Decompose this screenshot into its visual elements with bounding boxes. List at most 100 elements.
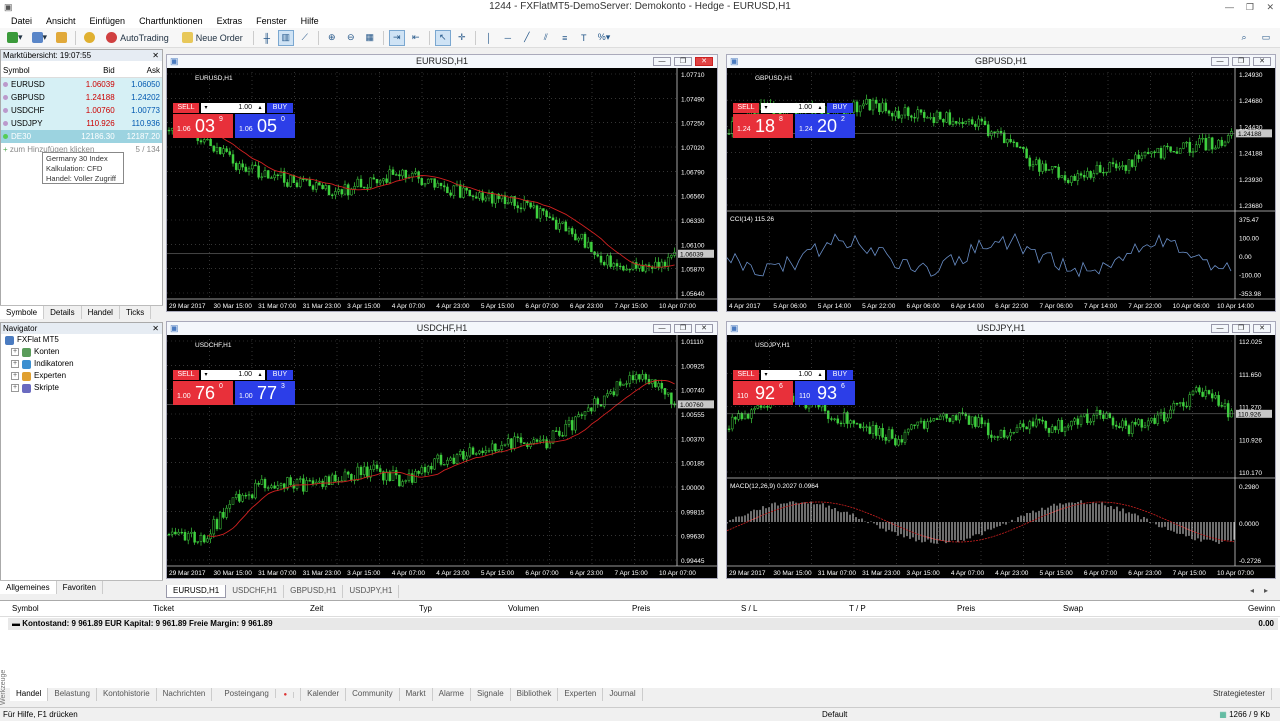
buy-price[interactable]: 1.24 20 2 <box>795 114 855 138</box>
column-typ[interactable]: Typ <box>419 601 432 617</box>
buy-button[interactable]: BUY <box>827 370 853 380</box>
lot-down-button[interactable]: ▾ <box>761 370 771 380</box>
sell-button[interactable]: SELL <box>173 370 199 380</box>
vertical-line-icon[interactable]: │ <box>481 30 497 46</box>
column-symbol[interactable]: Symbol <box>1 64 65 78</box>
column-sl[interactable]: S / L <box>741 601 757 617</box>
lot-size-input[interactable]: 1.00 <box>211 103 255 113</box>
lot-up-button[interactable]: ▴ <box>815 103 825 113</box>
strategy-tester-tab[interactable]: Strategietester <box>1207 688 1272 700</box>
menu-chartfunktionen[interactable]: Chartfunktionen <box>132 14 210 28</box>
lot-size-input[interactable]: 1.00 <box>211 370 255 380</box>
profiles-button[interactable]: ▾ <box>29 30 51 46</box>
sell-button[interactable]: SELL <box>733 103 759 113</box>
sell-button[interactable]: SELL <box>733 370 759 380</box>
tab-kontohistorie[interactable]: Kontohistorie <box>97 688 157 701</box>
close-button[interactable]: ✕ <box>1266 0 1274 14</box>
restore-icon[interactable]: ❐ <box>1232 57 1250 66</box>
menu-fenster[interactable]: Fenster <box>249 14 294 28</box>
restore-icon[interactable]: ❐ <box>674 57 692 66</box>
horizontal-line-icon[interactable]: ─ <box>500 30 516 46</box>
tab-bibliothek[interactable]: Bibliothek <box>511 688 559 701</box>
tab-nachrichten[interactable]: Nachrichten <box>157 688 213 701</box>
tab-chart-usdchf[interactable]: USDCHF,H1 <box>226 585 285 598</box>
sell-button[interactable]: SELL <box>173 103 199 113</box>
chart-window-titlebar[interactable]: USDCHF,H1 ▣ — ❐ ✕ <box>167 322 717 335</box>
table-row[interactable]: EURUSD 1.06039 1.06050 <box>1 77 162 91</box>
buy-button[interactable]: BUY <box>267 103 293 113</box>
tree-item-indikatoren[interactable]: + Indikatoren <box>5 358 162 370</box>
minimize-icon[interactable]: — <box>653 57 671 66</box>
chart-window-usdjpy[interactable]: USDJPY,H1 ▣ — ❐ ✕ 112.025 111.650 111.270 110.92… <box>726 321 1276 579</box>
channel-icon[interactable]: ⫽ <box>538 30 554 46</box>
market-watch-button[interactable] <box>53 30 70 46</box>
table-row-selected[interactable]: DE30 12186.30 12187.20 <box>1 129 162 143</box>
tab-handel[interactable]: Handel <box>10 688 49 701</box>
table-row[interactable]: GBPUSD 1.24188 1.24202 <box>1 90 162 104</box>
tab-ticks[interactable]: Ticks <box>120 306 152 319</box>
search-icon[interactable]: ⌕ <box>1236 30 1252 46</box>
autotrading-button[interactable]: AutoTrading <box>101 30 174 46</box>
sell-price[interactable]: 110 92 6 <box>733 381 793 405</box>
tab-chart-gbpusd[interactable]: GBPUSD,H1 <box>284 585 344 598</box>
sell-price[interactable]: 1.24 18 8 <box>733 114 793 138</box>
close-icon[interactable]: ✕ <box>695 324 713 333</box>
meta-editor-button[interactable] <box>81 30 98 46</box>
expand-icon[interactable]: + <box>11 360 19 368</box>
buy-price[interactable]: 110 93 6 <box>795 381 855 405</box>
tree-item-skripte[interactable]: + Skripte <box>5 382 162 394</box>
tab-journal[interactable]: Journal <box>603 688 643 701</box>
tab-posteingang[interactable]: Posteingang ● <box>212 688 302 701</box>
lot-down-button[interactable]: ▾ <box>201 103 211 113</box>
chat-icon[interactable]: ▭ <box>1258 30 1274 46</box>
fibonacci-icon[interactable]: ≡ <box>557 30 573 46</box>
crosshair-icon[interactable]: ✛ <box>454 30 470 46</box>
lot-down-button[interactable]: ▾ <box>761 103 771 113</box>
close-icon[interactable]: ✕ <box>695 57 713 66</box>
buy-button[interactable]: BUY <box>267 370 293 380</box>
lot-up-button[interactable]: ▴ <box>255 370 265 380</box>
sell-price[interactable]: 1.06 03 9 <box>173 114 233 138</box>
restore-icon[interactable]: ❐ <box>1232 324 1250 333</box>
shapes-icon[interactable]: %▾ <box>595 30 614 46</box>
column-volumen[interactable]: Volumen <box>508 601 539 617</box>
tab-signale[interactable]: Signale <box>471 688 511 701</box>
tile-windows-icon[interactable]: ▦ <box>362 30 378 46</box>
tab-allgemeines[interactable]: Allgemeines <box>0 581 57 594</box>
chart-window-titlebar[interactable]: USDJPY,H1 ▣ — ❐ ✕ <box>727 322 1275 335</box>
tab-community[interactable]: Community <box>346 688 400 701</box>
close-icon[interactable]: ✕ <box>1253 324 1271 333</box>
lot-up-button[interactable]: ▴ <box>815 370 825 380</box>
buy-price[interactable]: 1.00 77 3 <box>235 381 295 405</box>
tab-kalender[interactable]: Kalender <box>301 688 347 701</box>
menu-extras[interactable]: Extras <box>210 14 250 28</box>
menu-ansicht[interactable]: Ansicht <box>39 14 83 28</box>
menu-hilfe[interactable]: Hilfe <box>294 14 326 28</box>
column-preis-current[interactable]: Preis <box>957 601 975 617</box>
close-icon[interactable]: ✕ <box>152 50 159 61</box>
new-chart-button[interactable]: ▾ <box>4 30 26 46</box>
minimize-icon[interactable]: — <box>653 324 671 333</box>
column-preis[interactable]: Preis <box>632 601 650 617</box>
chart-window-usdchf[interactable]: USDCHF,H1 ▣ — ❐ ✕ 1.01110 1.00925 1.00740 1.0055… <box>166 321 718 579</box>
tab-favoriten[interactable]: Favoriten <box>57 581 103 594</box>
tree-item-konten[interactable]: + Konten <box>5 346 162 358</box>
trendline-icon[interactable]: ╱ <box>519 30 535 46</box>
lot-up-button[interactable]: ▴ <box>255 103 265 113</box>
tab-markt[interactable]: Markt <box>400 688 433 701</box>
chart-window-titlebar[interactable]: GBPUSD,H1 ▣ — ❐ ✕ <box>727 55 1275 68</box>
close-icon[interactable]: ✕ <box>152 323 159 334</box>
line-chart-button[interactable]: ⟋ <box>297 30 313 46</box>
column-zeit[interactable]: Zeit <box>310 601 323 617</box>
chart-window-eurusd[interactable]: EURUSD,H1 ▣ — ❐ ✕ 1.07710 1.07490 1.07250 1.0702… <box>166 54 718 312</box>
minimize-button[interactable]: — <box>1225 0 1234 14</box>
lot-size-input[interactable]: 1.00 <box>771 103 815 113</box>
zoom-out-icon[interactable]: ⊖ <box>343 30 359 46</box>
lot-size-input[interactable]: 1.00 <box>771 370 815 380</box>
minimize-icon[interactable]: — <box>1211 324 1229 333</box>
menu-datei[interactable]: Datei <box>4 14 39 28</box>
column-ask[interactable]: Ask <box>116 64 162 78</box>
cursor-icon[interactable]: ↖ <box>434 29 451 46</box>
tree-item-experten[interactable]: + Experten <box>5 370 162 382</box>
new-order-button[interactable]: Neue Order <box>177 30 248 46</box>
